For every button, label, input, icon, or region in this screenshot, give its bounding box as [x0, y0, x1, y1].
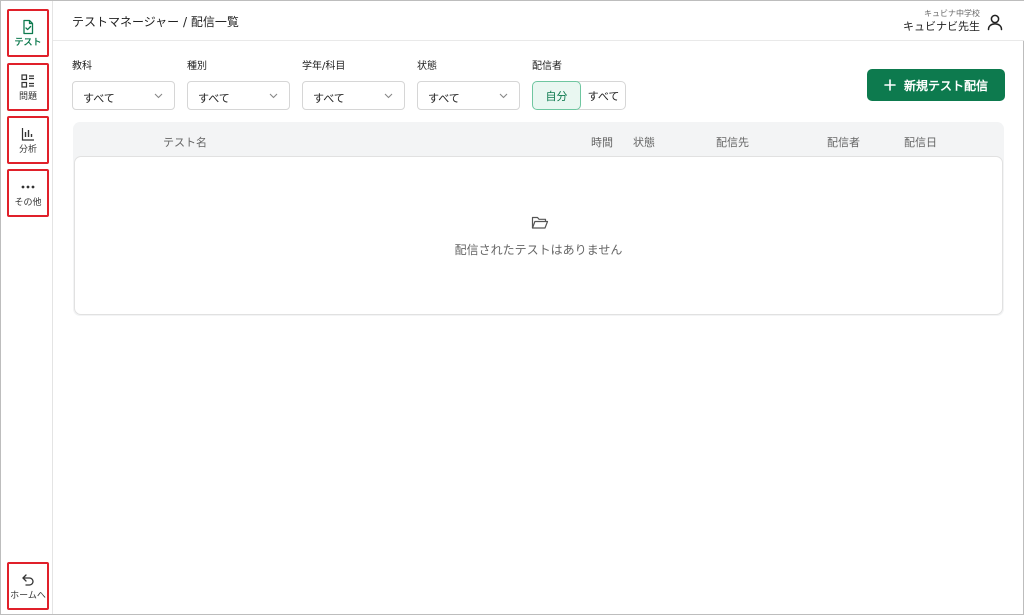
sidebar-item-problems[interactable]: 問題 [7, 63, 49, 111]
filter-grade: 学年/科目 すべて [302, 61, 405, 110]
column-header-time: 時間 [591, 136, 613, 149]
filter-distributor: 配信者 自分 すべて [532, 61, 626, 110]
app-window: テスト 問題 分析 その他 ホームへ テストマネージャー / 配信一覧 キュビナ… [0, 0, 1024, 615]
folder-open-icon [531, 216, 549, 229]
select-value: すべて [83, 92, 115, 105]
chevron-down-icon [384, 93, 393, 99]
sidebar-item-label: ホームへ [10, 590, 46, 601]
chevron-down-icon [269, 93, 278, 99]
sidebar-item-test[interactable]: テスト [7, 9, 49, 57]
sidebar-item-home[interactable]: ホームへ [7, 562, 49, 610]
school-name: キュビナ中学校 [924, 9, 980, 18]
filter-label: 教科 [72, 61, 92, 72]
filter-label: 配信者 [532, 61, 562, 72]
column-header-distributor: 配信者 [827, 136, 860, 149]
status-select[interactable]: すべて [417, 81, 520, 110]
return-arrow-icon [22, 573, 34, 586]
sidebar-item-label: 分析 [18, 144, 37, 155]
filter-subject: 教科 すべて [72, 61, 175, 110]
sidebar: テスト 問題 分析 その他 ホームへ [1, 1, 53, 614]
column-header-test-name: テスト名 [163, 136, 207, 149]
sidebar-item-label: 問題 [18, 91, 37, 102]
more-dots-icon [21, 185, 35, 188]
filter-label: 種別 [187, 61, 207, 72]
chevron-down-icon [499, 93, 508, 99]
sidebar-item-other[interactable]: その他 [7, 169, 49, 217]
select-value: すべて [313, 92, 345, 105]
subject-select[interactable]: すべて [72, 81, 175, 110]
top-header: テストマネージャー / 配信一覧 キュビナ中学校 キュビナビ先生 [53, 1, 1024, 41]
filter-label: 学年/科目 [302, 61, 346, 72]
teacher-name: キュビナビ先生 [903, 20, 980, 33]
sidebar-item-label: その他 [14, 197, 42, 208]
grade-select[interactable]: すべて [302, 81, 405, 110]
distributor-toggle: 自分 すべて [532, 81, 626, 110]
filter-label: 状態 [417, 61, 437, 72]
empty-state-message: 配信されたテストはありません [454, 243, 623, 257]
select-value: すべて [198, 92, 230, 105]
distributor-option-all[interactable]: すべて [577, 81, 626, 110]
chevron-down-icon [154, 93, 163, 99]
filter-status: 状態 すべて [417, 61, 520, 110]
select-value: すべて [428, 92, 460, 105]
column-header-status: 状態 [633, 136, 655, 149]
breadcrumb: テストマネージャー / 配信一覧 [72, 15, 239, 29]
document-check-icon [23, 19, 34, 34]
column-header-date: 配信日 [904, 136, 937, 149]
new-test-label: 新規テスト配信 [903, 78, 988, 93]
list-grid-icon [21, 73, 34, 88]
type-select[interactable]: すべて [187, 81, 290, 110]
distributor-option-mine[interactable]: 自分 [532, 81, 581, 110]
user-info: キュビナ中学校 キュビナビ先生 [903, 8, 980, 34]
sidebar-item-analysis[interactable]: 分析 [7, 116, 49, 164]
column-header-destination: 配信先 [716, 136, 749, 149]
user-icon[interactable] [986, 13, 1004, 31]
sidebar-item-label: テスト [14, 37, 42, 48]
plus-icon [884, 79, 896, 91]
table-body: 配信されたテストはありません [74, 156, 1003, 315]
bar-chart-icon [21, 127, 34, 141]
filter-type: 種別 すべて [187, 61, 290, 110]
test-table: テスト名 時間 状態 配信先 配信者 配信日 配信されたテストはありません [73, 122, 1004, 316]
new-test-button[interactable]: 新規テスト配信 [867, 69, 1005, 101]
